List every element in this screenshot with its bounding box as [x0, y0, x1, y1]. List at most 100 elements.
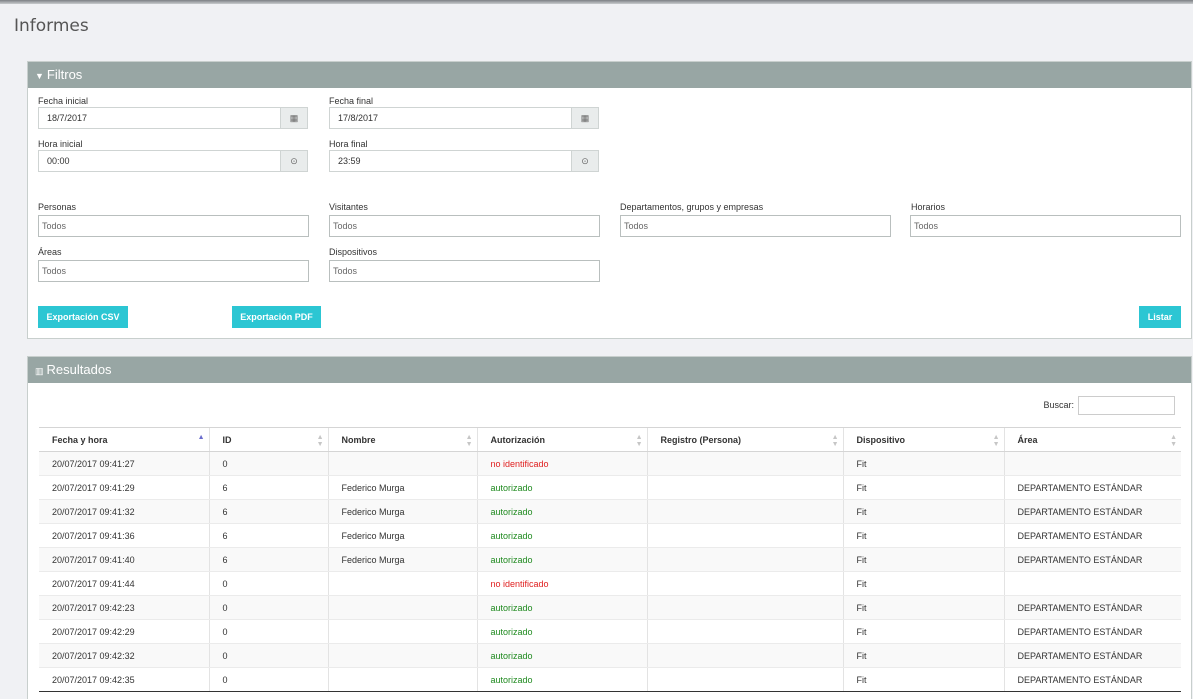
- personas-select[interactable]: Todos: [38, 215, 309, 237]
- table-row[interactable]: 20/07/2017 09:41:32 6 Federico Murga autori…: [39, 499, 1181, 524]
- table-row[interactable]: 20/07/2017 09:42:35 0 autorizado Fit DEPARTA…: [39, 667, 1181, 692]
- results-panel-header: ▥ Resultados: [28, 357, 1191, 383]
- export-pdf-button[interactable]: Exportación PDF: [232, 306, 321, 328]
- cell-id: 6: [208, 499, 328, 524]
- cell-id: 6: [208, 547, 328, 572]
- filters-panel-title: Filtros: [46, 67, 83, 82]
- cell-dispositivo: Fit: [842, 475, 1004, 500]
- cell-id: 6: [208, 475, 328, 500]
- dispositivos-select[interactable]: Todos: [329, 260, 600, 282]
- cell-fecha: 20/07/2017 09:41:44: [39, 571, 209, 596]
- col-header-dispositivo[interactable]: Dispositivo ▲ ▼: [842, 427, 1004, 452]
- col-header-fecha[interactable]: Fecha y hora ▲: [39, 427, 209, 452]
- cell-area: DEPARTAMENTO ESTÁNDAR: [1003, 499, 1181, 524]
- cell-dispositivo: Fit: [842, 619, 1004, 644]
- cell-autorizacion: autorizado: [476, 499, 647, 524]
- cell-nombre: Federico Murga: [327, 523, 477, 548]
- start-date-label: Fecha inicial: [38, 96, 89, 106]
- col-header-label: ID: [222, 434, 232, 445]
- clock-icon[interactable]: ⊙: [280, 151, 307, 171]
- clock-icon[interactable]: ⊙: [571, 151, 598, 171]
- sort-icon: ▲ ▼: [831, 434, 839, 448]
- visitantes-label: Visitantes: [329, 202, 368, 212]
- horarios-select[interactable]: Todos: [910, 215, 1181, 237]
- col-header-area[interactable]: Área ▲ ▼: [1003, 427, 1181, 452]
- personas-label: Personas: [38, 202, 77, 212]
- page-title: Informes: [14, 16, 89, 36]
- start-time-field[interactable]: 00:00 ⊙: [38, 150, 308, 172]
- departamentos-label: Departamentos, grupos y empresas: [620, 202, 764, 212]
- cell-autorizacion: autorizado: [476, 523, 647, 548]
- cell-autorizacion: autorizado: [476, 547, 647, 572]
- col-header-label: Dispositivo: [856, 434, 906, 445]
- col-header-label: Área: [1017, 434, 1038, 445]
- cell-autorizacion: no identificado: [476, 571, 647, 596]
- table-row[interactable]: 20/07/2017 09:42:29 0 autorizado Fit DEPARTA…: [39, 619, 1181, 644]
- cell-fecha: 20/07/2017 09:41:27: [39, 451, 209, 476]
- calendar-icon[interactable]: ▦: [280, 108, 307, 128]
- end-date-label: Fecha final: [329, 96, 374, 106]
- cell-dispositivo: Fit: [842, 499, 1004, 524]
- cell-nombre: [327, 451, 477, 476]
- cell-area: DEPARTAMENTO ESTÁNDAR: [1003, 619, 1181, 644]
- sort-icon: ▲ ▼: [992, 434, 1000, 448]
- table-row[interactable]: 20/07/2017 09:41:40 6 Federico Murga autori…: [39, 547, 1181, 572]
- calendar-icon[interactable]: ▦: [571, 108, 598, 128]
- areas-select[interactable]: Todos: [38, 260, 309, 282]
- visitantes-select[interactable]: Todos: [329, 215, 600, 237]
- table-row[interactable]: 20/07/2017 09:41:36 6 Federico Murga autori…: [39, 523, 1181, 548]
- cell-dispositivo: Fit: [842, 643, 1004, 668]
- cell-dispositivo: Fit: [842, 595, 1004, 620]
- col-header-id[interactable]: ID ▲ ▼: [208, 427, 328, 452]
- table-row[interactable]: 20/07/2017 09:41:29 6 Federico Murga autori…: [39, 475, 1181, 500]
- col-header-nombre[interactable]: Nombre ▲ ▼: [327, 427, 477, 452]
- results-table: Fecha y hora ▲ ID ▲ ▼ Nombre ▲ ▼ Autorización…: [39, 427, 1181, 692]
- cell-id: 6: [208, 523, 328, 548]
- cell-fecha: 20/07/2017 09:41:32: [39, 499, 209, 524]
- cell-id: 0: [208, 667, 328, 692]
- cell-registro: [646, 643, 843, 668]
- cell-registro: [646, 475, 843, 500]
- search-input[interactable]: [1078, 396, 1175, 415]
- start-time-label: Hora inicial: [38, 139, 83, 149]
- top-shadow-bar: [0, 0, 1193, 4]
- start-date-field[interactable]: 18/7/2017 ▦: [38, 107, 308, 129]
- col-header-registro[interactable]: Registro (Persona) ▲ ▼: [646, 427, 843, 452]
- cell-area: [1003, 571, 1181, 596]
- filters-panel-header[interactable]: ▼ Filtros: [28, 62, 1191, 88]
- filters-panel: ▼ Filtros Fecha inicial 18/7/2017 ▦ Fecha…: [27, 61, 1192, 339]
- end-time-field[interactable]: 23:59 ⊙: [329, 150, 599, 172]
- table-row[interactable]: 20/07/2017 09:41:27 0 no identificado Fit: [39, 451, 1181, 476]
- col-header-autorizacion[interactable]: Autorización ▲ ▼: [476, 427, 647, 452]
- cell-registro: [646, 595, 843, 620]
- cell-registro: [646, 619, 843, 644]
- cell-registro: [646, 547, 843, 572]
- cell-id: 0: [208, 451, 328, 476]
- cell-registro: [646, 667, 843, 692]
- table-row[interactable]: 20/07/2017 09:41:44 0 no identificado Fit: [39, 571, 1181, 596]
- cell-nombre: [327, 571, 477, 596]
- cell-fecha: 20/07/2017 09:42:32: [39, 643, 209, 668]
- cell-fecha: 20/07/2017 09:41:36: [39, 523, 209, 548]
- cell-nombre: [327, 619, 477, 644]
- table-row[interactable]: 20/07/2017 09:42:32 0 autorizado Fit DEPARTA…: [39, 643, 1181, 668]
- end-date-field[interactable]: 17/8/2017 ▦: [329, 107, 599, 129]
- dispositivos-label: Dispositivos: [329, 247, 378, 257]
- cell-dispositivo: Fit: [842, 523, 1004, 548]
- cell-dispositivo: Fit: [842, 667, 1004, 692]
- cell-registro: [646, 523, 843, 548]
- listar-button[interactable]: Listar: [1139, 306, 1181, 328]
- departamentos-select[interactable]: Todos: [620, 215, 891, 237]
- sort-icon: ▲ ▼: [1170, 434, 1177, 448]
- cell-id: 0: [208, 619, 328, 644]
- sort-icon: ▲ ▼: [465, 434, 473, 448]
- cell-fecha: 20/07/2017 09:41:29: [39, 475, 209, 500]
- cell-autorizacion: autorizado: [476, 475, 647, 500]
- export-csv-button[interactable]: Exportación CSV: [38, 306, 128, 328]
- cell-dispositivo: Fit: [842, 571, 1004, 596]
- cell-area: DEPARTAMENTO ESTÁNDAR: [1003, 475, 1181, 500]
- col-header-label: Fecha y hora: [52, 434, 108, 445]
- cell-registro: [646, 499, 843, 524]
- table-row[interactable]: 20/07/2017 09:42:23 0 autorizado Fit DEPARTA…: [39, 595, 1181, 620]
- cell-fecha: 20/07/2017 09:41:40: [39, 547, 209, 572]
